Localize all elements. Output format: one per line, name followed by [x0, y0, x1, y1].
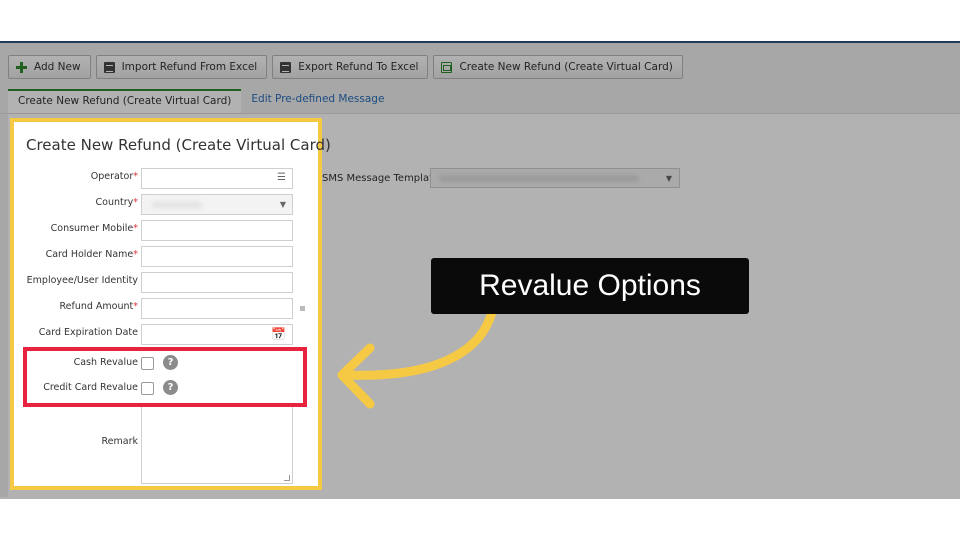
plus-icon: [16, 61, 27, 73]
refund-amount-input[interactable]: [141, 298, 293, 319]
card-expiration-row: Card Expiration Date 📅: [14, 324, 314, 345]
remark-textarea[interactable]: [141, 406, 293, 484]
consumer-mobile-label: Consumer Mobile*: [50, 223, 138, 234]
create-refund-label: Create New Refund (Create Virtual Card): [459, 61, 673, 73]
revalue-options-callout: Revalue Options: [431, 258, 749, 314]
card-icon: [441, 61, 453, 73]
country-row: Country* ▼: [14, 194, 314, 215]
refund-amount-row: Refund Amount*: [14, 298, 314, 319]
consumer-mobile-input[interactable]: [141, 220, 293, 241]
chevron-down-icon: ▼: [665, 173, 673, 183]
country-select[interactable]: ▼: [141, 194, 293, 215]
employee-identity-label: Employee/User Identity: [26, 275, 138, 286]
blurred-value: [152, 202, 202, 208]
employee-identity-row: Employee/User Identity: [14, 272, 314, 293]
card-expiration-input[interactable]: 📅: [141, 324, 293, 345]
add-new-button[interactable]: Add New: [8, 55, 91, 79]
callout-text: Revalue Options: [479, 269, 701, 302]
revalue-highlight-box: [23, 347, 307, 407]
toolbar: Add New Import Refund From Excel Export …: [8, 55, 683, 79]
curved-arrow-icon: [337, 307, 497, 409]
blurred-value: [439, 175, 639, 182]
country-label: Country*: [95, 197, 139, 208]
resize-handle[interactable]: [284, 475, 290, 481]
tab-create-refund[interactable]: Create New Refund (Create Virtual Card): [8, 89, 242, 113]
operator-label: Operator*: [90, 171, 138, 182]
refund-amount-label: Refund Amount*: [59, 301, 138, 312]
create-refund-button[interactable]: Create New Refund (Create Virtual Card): [433, 55, 683, 79]
card-holder-input[interactable]: [141, 246, 293, 267]
card-holder-label: Card Holder Name*: [45, 249, 138, 260]
export-refund-label: Export Refund To Excel: [298, 61, 419, 73]
card-expiration-label: Card Expiration Date: [38, 327, 138, 338]
consumer-mobile-row: Consumer Mobile*: [14, 220, 314, 241]
sms-template-select[interactable]: ▼: [430, 168, 680, 188]
tab-bar: Create New Refund (Create Virtual Card) …: [8, 89, 394, 113]
remark-label: Remark: [101, 436, 138, 447]
currency-marker: [300, 306, 305, 311]
excel-file-icon: [280, 61, 292, 73]
card-holder-row: Card Holder Name*: [14, 246, 314, 267]
sms-template-label: SMS Message Template: [322, 173, 440, 184]
tutorial-screenshot: Add New Import Refund From Excel Export …: [0, 0, 960, 540]
calendar-icon[interactable]: 📅: [271, 327, 286, 341]
employee-identity-input[interactable]: [141, 272, 293, 293]
export-refund-button[interactable]: Export Refund To Excel: [272, 55, 429, 79]
add-new-label: Add New: [34, 61, 81, 73]
list-icon: ☰: [277, 172, 286, 183]
import-refund-button[interactable]: Import Refund From Excel: [95, 55, 268, 79]
excel-file-icon: [103, 61, 115, 73]
form-title: Create New Refund (Create Virtual Card): [26, 136, 331, 154]
chevron-down-icon: ▼: [279, 200, 286, 209]
tab-edit-message[interactable]: Edit Pre-defined Message: [241, 89, 394, 113]
operator-input[interactable]: ☰: [141, 168, 293, 189]
highlighted-form-panel: Create New Refund (Create Virtual Card) …: [10, 118, 331, 490]
operator-row: Operator* ☰: [14, 168, 314, 189]
import-refund-label: Import Refund From Excel: [121, 61, 258, 73]
